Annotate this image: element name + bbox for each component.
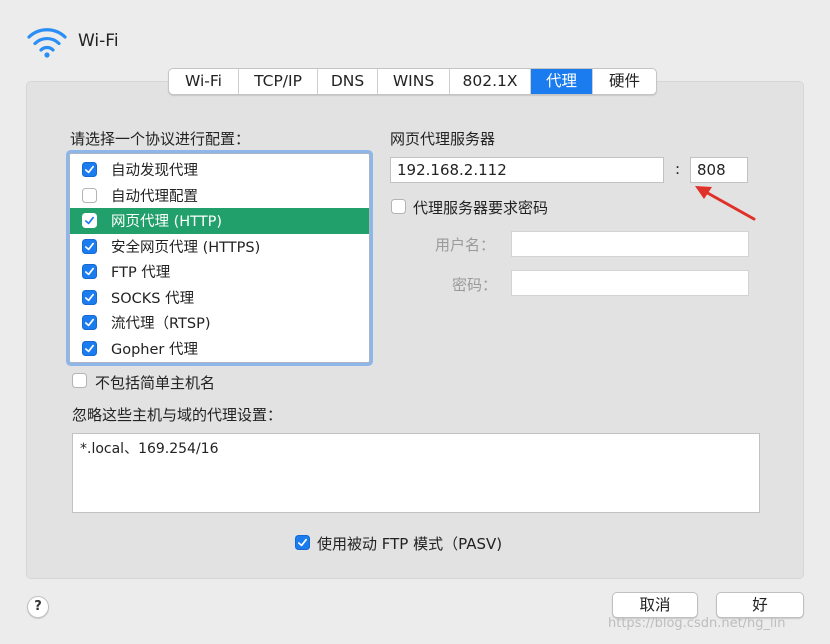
- require-password-label: 代理服务器要求密码: [413, 199, 549, 217]
- tab-wins[interactable]: WINS: [378, 69, 450, 94]
- protocol-list: 自动发现代理 自动代理配置 网页代理 (HTTP) 安全网页代理 (HTTPS)…: [69, 153, 370, 363]
- protocol-label: FTP 代理: [111, 265, 171, 282]
- tab-proxy[interactable]: 代理: [531, 69, 593, 94]
- proxy-host-field[interactable]: 192.168.2.112: [390, 157, 664, 183]
- username-label: 用户名：: [435, 236, 496, 254]
- wifi-icon: [27, 28, 67, 58]
- checkbox-rtsp[interactable]: [82, 315, 97, 331]
- bypass-hosts-textarea[interactable]: *.local、169.254/16: [72, 433, 760, 513]
- protocol-gopher[interactable]: Gopher 代理: [70, 336, 369, 362]
- protocol-list-heading: 请选择一个协议进行配置：: [70, 130, 251, 148]
- checkbox-http[interactable]: [82, 213, 97, 229]
- ok-button[interactable]: 好: [716, 592, 804, 618]
- checkbox-gopher[interactable]: [82, 340, 97, 356]
- checkbox-ftp[interactable]: [82, 264, 97, 280]
- host-port-separator: :: [675, 160, 681, 178]
- watermark: https://blog.csdn.net/hg_lin: [608, 616, 786, 631]
- tab-8021x[interactable]: 802.1X: [450, 69, 531, 94]
- password-label: 密码：: [452, 276, 498, 294]
- protocol-label: Gopher 代理: [111, 341, 198, 358]
- protocol-https[interactable]: 安全网页代理 (HTTPS): [70, 234, 369, 260]
- tab-dns[interactable]: DNS: [318, 69, 378, 94]
- protocol-label: 网页代理 (HTTP): [111, 214, 223, 231]
- username-field[interactable]: [511, 231, 749, 257]
- bypass-label: 忽略这些主机与域的代理设置：: [72, 406, 283, 424]
- help-button[interactable]: ?: [27, 596, 49, 618]
- annotation-arrow-icon: [695, 186, 756, 221]
- protocol-auto-discovery[interactable]: 自动发现代理: [70, 157, 369, 183]
- tab-wifi[interactable]: Wi-Fi: [169, 69, 239, 94]
- tab-tcpip[interactable]: TCP/IP: [239, 69, 318, 94]
- checkbox-https[interactable]: [82, 238, 97, 254]
- protocol-label: 安全网页代理 (HTTPS): [111, 239, 261, 256]
- password-field[interactable]: [511, 270, 749, 296]
- passive-ftp-label: 使用被动 FTP 模式（PASV): [317, 535, 503, 553]
- passive-ftp-checkbox[interactable]: [295, 535, 310, 550]
- protocol-ftp[interactable]: FTP 代理: [70, 259, 369, 285]
- proxy-port-field[interactable]: 808: [690, 157, 748, 183]
- require-password-checkbox[interactable]: [391, 199, 406, 214]
- protocol-http[interactable]: 网页代理 (HTTP): [70, 208, 369, 234]
- exclude-simple-checkbox[interactable]: [72, 373, 87, 388]
- checkbox-auto-discovery[interactable]: [82, 162, 97, 178]
- protocol-label: 自动代理配置: [111, 188, 198, 205]
- checkbox-socks[interactable]: [82, 289, 97, 305]
- checkbox-auto-config[interactable]: [82, 187, 97, 203]
- tab-hardware[interactable]: 硬件: [593, 69, 656, 94]
- protocol-label: 流代理（RTSP): [111, 316, 211, 333]
- protocol-socks[interactable]: SOCKS 代理: [70, 285, 369, 311]
- proxy-server-heading: 网页代理服务器: [390, 130, 496, 148]
- tab-bar: Wi-Fi TCP/IP DNS WINS 802.1X 代理 硬件: [168, 68, 657, 95]
- window-title: Wi-Fi: [78, 31, 119, 51]
- protocol-rtsp[interactable]: 流代理（RTSP): [70, 310, 369, 336]
- protocol-auto-config[interactable]: 自动代理配置: [70, 183, 369, 209]
- cancel-button[interactable]: 取消: [612, 592, 698, 618]
- protocol-label: 自动发现代理: [111, 163, 198, 180]
- exclude-simple-label: 不包括简单主机名: [95, 374, 216, 392]
- protocol-label: SOCKS 代理: [111, 290, 195, 307]
